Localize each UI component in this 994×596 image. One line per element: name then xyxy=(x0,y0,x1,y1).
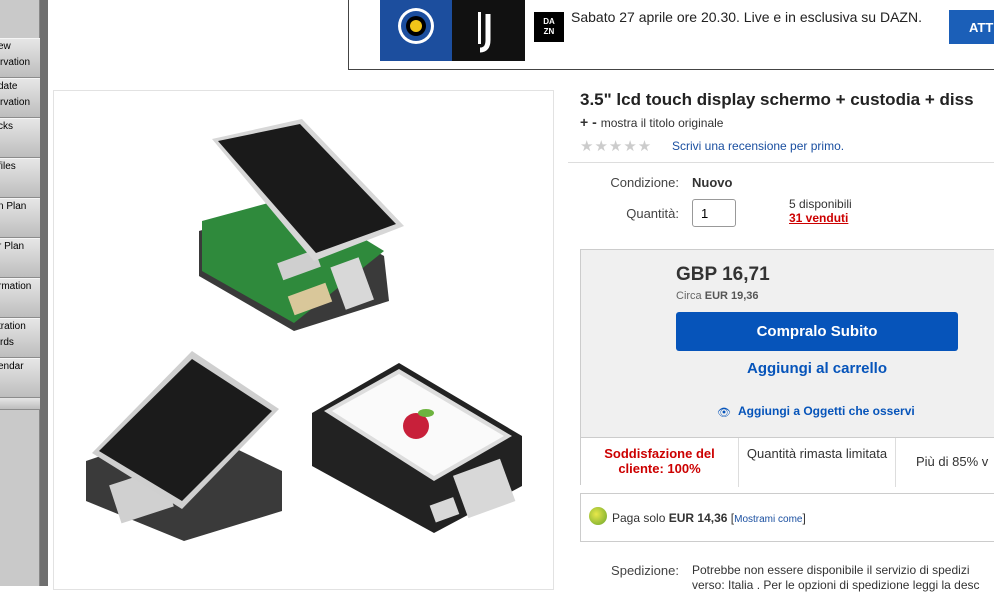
sidebar-item-profiles[interactable]: files xyxy=(0,158,40,198)
sidebar-item-room-plan[interactable]: n Plan xyxy=(0,198,40,238)
shipping-label: Spedizione: xyxy=(611,563,679,578)
shipping-line-1: Potrebbe non essere disponibile il servi… xyxy=(692,563,970,577)
sidebar-item-update-reservation[interactable]: date rvation xyxy=(0,78,40,118)
buy-box: GBP 16,71 Circa EUR 19,36 Compralo Subit… xyxy=(580,249,994,487)
rating-stars: ★★★★★ xyxy=(580,138,653,155)
sidebar-item-information[interactable]: rmation xyxy=(0,278,40,318)
original-title-toggle[interactable]: + - mostra il titolo originale xyxy=(580,114,723,130)
feature-satisfaction: Soddisfazione del cliente: 100% xyxy=(581,438,739,487)
inter-logo xyxy=(380,0,452,61)
sold-count-link[interactable]: 31 venduti xyxy=(789,211,848,225)
ad-banner[interactable]: DA ZN Sabato 27 aprile ore 20.30. Live e… xyxy=(348,0,994,70)
payment-amount: EUR 14,36 xyxy=(668,511,728,525)
condition-value: Nuovo xyxy=(692,175,733,190)
quantity-label: Quantità: xyxy=(626,206,679,221)
add-to-cart-button[interactable]: Aggiungi al carrello xyxy=(676,360,958,377)
dazn-logo: DA ZN xyxy=(534,12,564,42)
original-title-label[interactable]: mostra il titolo originale xyxy=(601,116,724,130)
show-me-how-link[interactable]: Mostrami come xyxy=(734,514,802,525)
juventus-logo xyxy=(452,0,525,61)
paypal-credit-icon xyxy=(589,507,607,525)
eye-icon[interactable]: 👁 xyxy=(717,406,731,419)
ad-text: Sabato 27 aprile ore 20.30. Live e in es… xyxy=(571,9,922,25)
quantity-input[interactable] xyxy=(692,199,736,227)
feature-more: Più di 85% v xyxy=(916,454,989,469)
product-title: 3.5" lcd touch display schermo + custodi… xyxy=(580,90,974,109)
approx-value: EUR 19,36 xyxy=(704,290,759,302)
available-count: 5 disponibili xyxy=(789,197,852,211)
approx-price: Circa EUR 19,36 xyxy=(676,290,759,302)
approx-label: Circa xyxy=(676,290,702,302)
payment-link-wrap: [Mostrami come] xyxy=(730,511,806,525)
sidebar-item-floor-plan[interactable]: r Plan xyxy=(0,238,40,278)
sidebar-item-registration-cards[interactable]: tration rds xyxy=(0,318,40,358)
feature-limited-quantity: Quantità rimasta limitata xyxy=(739,438,896,487)
divider xyxy=(568,162,994,163)
add-to-watchlist-link[interactable]: Aggiungi a Oggetti che osservi xyxy=(738,404,915,418)
payment-offer: Paga solo EUR 14,36 [Mostrami come] xyxy=(580,493,994,542)
expand-collapse-icon[interactable]: + - xyxy=(580,114,597,130)
condition-label: Condizione: xyxy=(610,175,679,190)
shipping-value: Potrebbe non essere disponibile il servi… xyxy=(692,563,980,593)
product-image[interactable] xyxy=(53,90,554,590)
write-review-link[interactable]: Scrivi una recensione per primo. xyxy=(672,139,844,153)
payment-prefix: Paga solo xyxy=(612,511,666,525)
sidebar-item-calendar[interactable]: endar xyxy=(0,358,40,398)
price: GBP 16,71 xyxy=(676,264,770,285)
sidebar-item-new-reservation[interactable]: ew rvation xyxy=(0,38,40,78)
sidebar-divider xyxy=(40,0,48,586)
legacy-sidebar: ew rvation date rvation cks files n Plan… xyxy=(0,0,40,586)
sidebar-item-blocks[interactable]: cks xyxy=(0,118,40,158)
feature-strip: Soddisfazione del cliente: 100% Quantità… xyxy=(581,437,994,487)
buy-now-button[interactable]: Compralo Subito xyxy=(676,312,958,351)
sidebar-scroll-arrow[interactable] xyxy=(0,398,40,410)
ad-cta-button[interactable]: ATT xyxy=(949,10,994,44)
payment-text: Paga solo EUR 14,36 [Mostrami come] xyxy=(612,511,806,525)
